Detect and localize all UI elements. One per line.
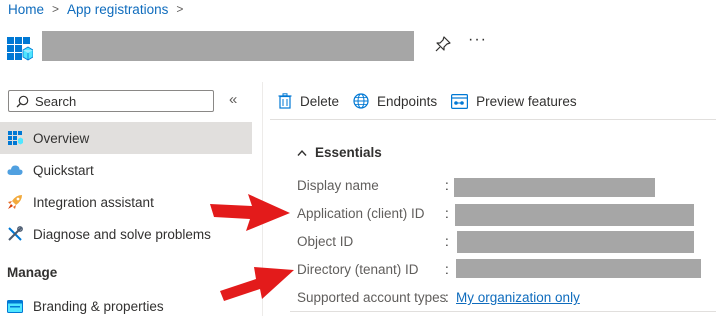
more-options-icon[interactable]: ··· [468,31,487,49]
nav-section-manage: Manage [7,265,58,280]
nav-item-label: Quickstart [33,162,94,178]
directory-tenant-id-value-redacted [456,259,701,278]
branding-card-icon [7,298,23,314]
endpoints-label: Endpoints [377,93,438,109]
endpoints-button[interactable]: Endpoints [353,93,437,109]
display-name-label: Display name [297,178,379,193]
command-bar: Delete Endpoints Preview features [278,89,591,113]
pin-icon[interactable] [434,35,452,53]
delete-button[interactable]: Delete [278,93,339,109]
breadcrumb-separator: > [52,2,60,16]
app-registration-icon [7,37,34,63]
essentials-title: Essentials [315,145,382,160]
application-client-id-label: Application (client) ID [297,206,425,221]
annotation-arrow-tenant-id [220,267,294,301]
essentials-toggle[interactable]: Essentials [297,145,382,160]
search-icon [16,95,29,107]
app-title-redacted [42,31,414,61]
field-colon: : [445,290,449,305]
field-colon: : [445,178,449,193]
annotation-arrow-client-id [210,194,290,231]
display-name-value-redacted [454,178,655,197]
supported-account-types-label: Supported account types [297,290,447,305]
wrench-icon [7,226,23,242]
delete-label: Delete [300,93,340,109]
essentials-bottom-divider [290,311,716,312]
field-colon: : [445,234,449,249]
nav-item-quickstart[interactable]: Quickstart [0,154,252,186]
collapse-menu-button[interactable]: « [229,91,237,108]
trash-icon [278,93,292,109]
cloud-icon [7,162,23,178]
preview-features-button[interactable]: Preview features [451,94,577,109]
search-placeholder: Search [35,93,77,109]
nav-item-branding[interactable]: Branding & properties [0,290,252,322]
directory-tenant-id-label: Directory (tenant) ID [297,262,419,277]
preview-features-label: Preview features [476,93,577,109]
overview-grid-icon [7,130,23,146]
nav-item-label: Diagnose and solve problems [33,226,211,242]
field-colon: : [445,262,449,277]
nav-item-label: Integration assistant [33,194,154,210]
search-input[interactable]: Search [8,90,214,112]
nav-item-label: Branding & properties [33,298,164,314]
application-client-id-value-redacted [455,204,694,226]
chevron-up-icon [297,149,307,156]
breadcrumb: Home > App registrations > [8,0,191,18]
nav-item-overview[interactable]: Overview [0,122,252,154]
rocket-icon [7,194,23,210]
supported-account-types-link[interactable]: My organization only [456,290,580,305]
breadcrumb-home-link[interactable]: Home [8,2,44,17]
breadcrumb-separator: > [176,2,184,16]
toolbar-divider [270,119,716,120]
object-id-value-redacted [457,231,694,253]
object-id-label: Object ID [297,234,354,249]
preview-features-icon [451,93,469,109]
globe-icon [353,93,369,109]
field-colon: : [445,206,449,221]
breadcrumb-app-registrations-link[interactable]: App registrations [67,2,168,17]
nav-item-label: Overview [33,130,90,146]
